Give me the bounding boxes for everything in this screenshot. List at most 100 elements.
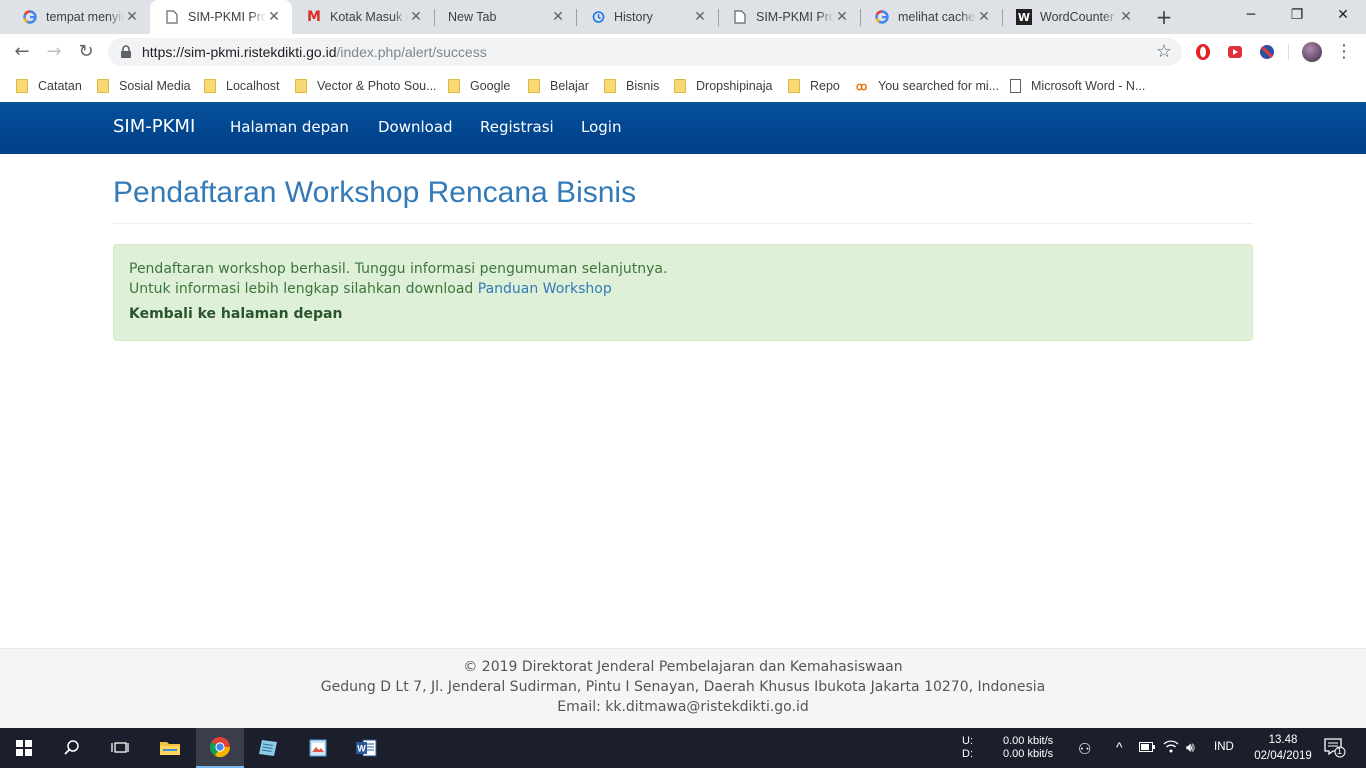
net-down-label: D: xyxy=(962,748,973,760)
bookmark-label: Belajar xyxy=(550,79,589,93)
url-text: https://sim-pkmi.ristekdikti.go.id/index… xyxy=(142,44,487,60)
notification-count: 1 xyxy=(1337,746,1343,756)
browser-tab-strip: tempat menyir ✕ SIM-PKMI Prog ✕ M Kotak … xyxy=(0,0,1366,34)
folder-icon xyxy=(604,79,616,93)
bookmark-microsoft-word[interactable]: Microsoft Word - N... xyxy=(1010,76,1145,96)
tab-title: melihat cache xyxy=(898,10,976,24)
folder-icon xyxy=(448,79,460,93)
net-up-label: U: xyxy=(962,735,973,747)
blocker-extension-icon[interactable] xyxy=(1258,43,1276,61)
profile-avatar[interactable] xyxy=(1302,42,1322,62)
bookmark-sosial-media[interactable]: Sosial Media xyxy=(97,76,191,96)
close-tab-icon[interactable]: ✕ xyxy=(976,9,992,25)
close-tab-icon[interactable]: ✕ xyxy=(124,9,140,25)
folder-icon xyxy=(674,79,686,93)
nav-halaman-depan[interactable]: Halaman depan xyxy=(230,118,349,136)
minimize-button[interactable]: ─ xyxy=(1228,0,1274,30)
footer-address: Gedung D Lt 7, Jl. Jenderal Sudirman, Pi… xyxy=(320,679,1046,695)
tab-title: WordCounter xyxy=(1040,10,1115,24)
close-tab-icon[interactable]: ✕ xyxy=(692,9,708,25)
forward-button[interactable]: → xyxy=(42,40,66,64)
net-up-value: 0.00 kbit/s xyxy=(1003,735,1054,747)
title-divider xyxy=(113,223,1253,224)
close-tab-icon[interactable]: ✕ xyxy=(408,9,424,25)
nav-download[interactable]: Download xyxy=(378,118,453,136)
folder-icon xyxy=(16,79,28,93)
site-brand[interactable]: SIM-PKMI xyxy=(113,116,195,137)
bookmark-localhost[interactable]: Localhost xyxy=(204,76,280,96)
tab-3[interactable]: M Kotak Masuk ( ✕ xyxy=(292,0,434,34)
chevron-up-icon[interactable]: ^ xyxy=(1116,739,1123,768)
nav-registrasi[interactable]: Registrasi xyxy=(480,118,554,136)
bookmark-belajar[interactable]: Belajar xyxy=(528,76,589,96)
close-window-button[interactable]: ✕ xyxy=(1320,0,1366,30)
bookmark-dropshipinaja[interactable]: Dropshipinaja xyxy=(674,76,772,96)
browser-toolbar: ← → ↻ https://sim-pkmi.ristekdikti.go.id… xyxy=(0,34,1366,70)
restore-button[interactable]: ❐ xyxy=(1274,0,1320,30)
input-language[interactable]: IND xyxy=(1214,741,1234,768)
taskbar-word[interactable]: W xyxy=(342,728,390,768)
nav-login[interactable]: Login xyxy=(581,118,621,136)
clock[interactable]: 13.48 02/04/2019 xyxy=(1246,732,1320,768)
panduan-workshop-link[interactable]: Panduan Workshop xyxy=(478,281,612,297)
new-tab-button[interactable]: + xyxy=(1154,7,1174,27)
tab-6[interactable]: SIM-PKMI Prog ✕ xyxy=(718,0,860,34)
tab-2-active[interactable]: SIM-PKMI Prog ✕ xyxy=(150,0,292,34)
taskbar-file-explorer[interactable] xyxy=(146,728,194,768)
tab-title: tempat menyir xyxy=(46,10,124,24)
address-bar[interactable]: https://sim-pkmi.ristekdikti.go.id/index… xyxy=(108,38,1182,66)
bookmark-catatan[interactable]: Catatan xyxy=(16,76,82,96)
page-icon xyxy=(164,9,180,25)
bookmark-star-icon[interactable]: ☆ xyxy=(1156,41,1172,62)
taskbar-app-notes[interactable] xyxy=(244,728,292,768)
back-to-home-link[interactable]: Kembali ke halaman depan xyxy=(129,306,342,322)
site-icon: ꝏ xyxy=(856,80,868,93)
folder-icon xyxy=(788,79,800,93)
close-tab-icon[interactable]: ✕ xyxy=(266,9,282,25)
alert-info-line: Untuk informasi lebih lengkap silahkan d… xyxy=(129,281,612,297)
taskbar-app-paint[interactable] xyxy=(294,728,342,768)
people-icon[interactable]: ⚇ xyxy=(1078,740,1091,768)
search-button[interactable] xyxy=(48,728,96,768)
close-tab-icon[interactable]: ✕ xyxy=(834,9,850,25)
task-view-button[interactable] xyxy=(96,728,144,768)
bookmark-you-searched[interactable]: ꝏ You searched for mi... xyxy=(856,76,999,96)
search-icon xyxy=(64,740,79,755)
opera-extension-icon[interactable] xyxy=(1194,43,1212,61)
close-tab-icon[interactable]: ✕ xyxy=(550,9,566,25)
bookmark-bisnis[interactable]: Bisnis xyxy=(604,76,659,96)
tab-7[interactable]: melihat cache ✕ xyxy=(860,0,1002,34)
tab-title: New Tab xyxy=(448,10,497,24)
page-title: Pendaftaran Workshop Rencana Bisnis xyxy=(113,176,637,209)
battery-icon[interactable] xyxy=(1139,742,1155,768)
wifi-icon[interactable] xyxy=(1163,739,1179,768)
tab-title: History xyxy=(614,10,653,24)
bookmark-label: Bisnis xyxy=(626,79,660,93)
lock-icon[interactable] xyxy=(120,44,136,60)
reload-button[interactable]: ↻ xyxy=(74,40,98,64)
video-extension-icon[interactable] xyxy=(1226,43,1244,61)
folder-icon xyxy=(295,79,307,93)
start-button[interactable] xyxy=(0,728,48,768)
url-path: /index.php/alert/success xyxy=(336,44,487,60)
taskbar-chrome[interactable] xyxy=(196,728,244,768)
paint-app-icon xyxy=(309,739,327,757)
success-alert: Pendaftaran workshop berhasil. Tunggu in… xyxy=(113,244,1253,341)
tab-8[interactable]: W WordCounter ✕ xyxy=(1002,0,1144,34)
bookmark-label: Repo xyxy=(810,79,840,93)
volume-icon[interactable]: 🔊︎ xyxy=(1186,739,1195,768)
bookmark-google[interactable]: Google xyxy=(448,76,510,96)
bookmark-vector-photo[interactable]: Vector & Photo Sou... xyxy=(295,76,437,96)
footer-email: Email: kk.ditmawa@ristekdikti.go.id xyxy=(557,699,809,715)
close-tab-icon[interactable]: ✕ xyxy=(1118,9,1134,25)
menu-kebab-icon[interactable]: ⋮ xyxy=(1332,40,1356,64)
tab-title: SIM-PKMI Prog xyxy=(756,10,834,24)
back-button[interactable]: ← xyxy=(10,40,34,64)
action-center-button[interactable]: 1 xyxy=(1324,738,1346,768)
bookmark-label: Dropshipinaja xyxy=(696,79,773,93)
tab-4[interactable]: New Tab ✕ xyxy=(434,0,576,34)
tab-5[interactable]: History ✕ xyxy=(576,0,718,34)
tab-1[interactable]: tempat menyir ✕ xyxy=(8,0,150,34)
clock-time: 13.48 xyxy=(1268,734,1298,746)
bookmark-repo[interactable]: Repo xyxy=(788,76,840,96)
